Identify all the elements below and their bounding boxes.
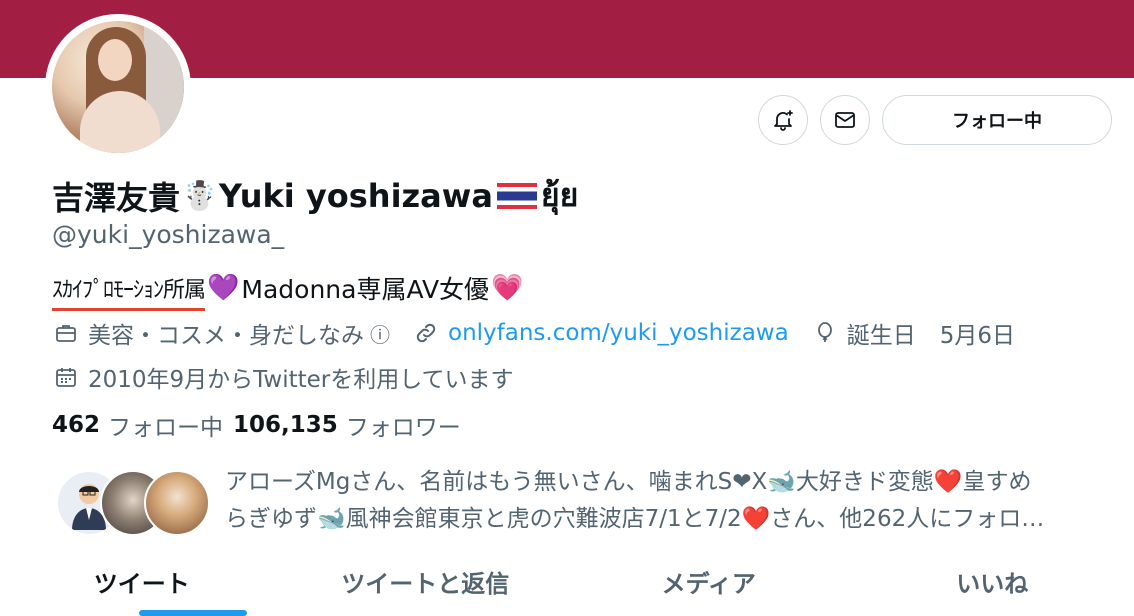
envelope-icon <box>835 112 855 128</box>
profile-name: 吉澤友貴 ☃️ Yuki yoshizawa ยุ้ย <box>52 170 578 221</box>
follow-counts: 462 フォロー中 106,135 フォロワー <box>52 408 471 442</box>
profile-handle: @yuki_yoshizawa_ <box>52 220 285 249</box>
profile-name-thai: ยุ้ย <box>540 176 579 214</box>
avatar[interactable] <box>45 14 191 160</box>
bio-agency: ｽｶｲﾌﾟﾛﾓｰｼｮﾝ所属 <box>52 272 206 311</box>
balloon-icon <box>811 319 839 347</box>
joined-row: 2010年9月からTwitterを利用しています <box>52 360 514 394</box>
calendar-icon <box>52 363 80 391</box>
message-button[interactable] <box>820 95 870 145</box>
website-item[interactable]: onlyfans.com/yuki_yoshizawa <box>412 319 789 347</box>
bio-text: Madonna専属AV女優 <box>241 275 490 304</box>
category-item: 美容・コスメ・身だしなみ ⓘ <box>52 316 390 350</box>
purple-heart-icon: 💜 <box>207 273 240 303</box>
followed-by-line1: アローズMgさん、名前はもう無いさん、噛まれS❤X🐋大好きド変態❤️皇すめ <box>225 469 1032 495</box>
birthday-item: 誕生日 5月6日 <box>811 316 1015 350</box>
follower-avatar[interactable] <box>144 470 210 536</box>
tab-likes[interactable]: いいね <box>851 556 1134 616</box>
profile-name-en: Yuki yoshizawa <box>218 176 493 215</box>
link-icon <box>412 319 440 347</box>
tab-media[interactable]: メディア <box>567 556 851 616</box>
category-label: 美容・コスメ・身だしなみ <box>88 323 364 349</box>
website-link[interactable]: onlyfans.com/yuki_yoshizawa <box>448 320 789 346</box>
profile-bio: ｽｶｲﾌﾟﾛﾓｰｼｮﾝ所属 💜 Madonna専属AV女優 💗 <box>52 270 525 311</box>
avatar-image <box>52 21 184 153</box>
following-button[interactable]: フォロー中 <box>882 95 1112 145</box>
followed-by-line2: らぎゆず🐋風神会館東京と虎の穴難波店7/1と7/2❤️さん、他262人にフォロ… <box>225 506 1045 532</box>
birthday-label: 誕生日 <box>846 323 916 349</box>
tab-tweets[interactable]: ツイート <box>0 556 284 616</box>
briefcase-icon <box>52 319 80 347</box>
followed-by-text[interactable]: アローズMgさん、名前はもう無いさん、噛まれS❤X🐋大好きド変態❤️皇すめ らぎ… <box>225 464 1115 538</box>
following-label[interactable]: フォロー中 <box>108 408 223 442</box>
joined-date: 2010年9月からTwitterを利用しています <box>88 367 514 393</box>
birthday-value: 5月6日 <box>939 323 1015 349</box>
bell-plus-icon <box>774 110 793 131</box>
following-count[interactable]: 462 <box>52 412 100 438</box>
pink-heart-icon: 💗 <box>491 273 524 303</box>
followers-count[interactable]: 106,135 <box>233 412 338 438</box>
followers-label[interactable]: フォロワー <box>346 408 461 442</box>
profile-tabs: ツイート ツイートと返信 メディア いいね <box>0 556 1134 616</box>
profile-meta-row: 美容・コスメ・身だしなみ ⓘ onlyfans.com/yuki_yoshiza… <box>52 316 1037 350</box>
thai-flag-icon <box>496 182 537 209</box>
profile-name-jp: 吉澤友貴 <box>52 178 181 217</box>
notifications-button[interactable] <box>758 95 808 145</box>
snowman-icon: ☃️ <box>182 179 217 212</box>
tab-tweets-and-replies[interactable]: ツイートと返信 <box>284 556 568 616</box>
info-icon[interactable]: ⓘ <box>370 319 390 348</box>
